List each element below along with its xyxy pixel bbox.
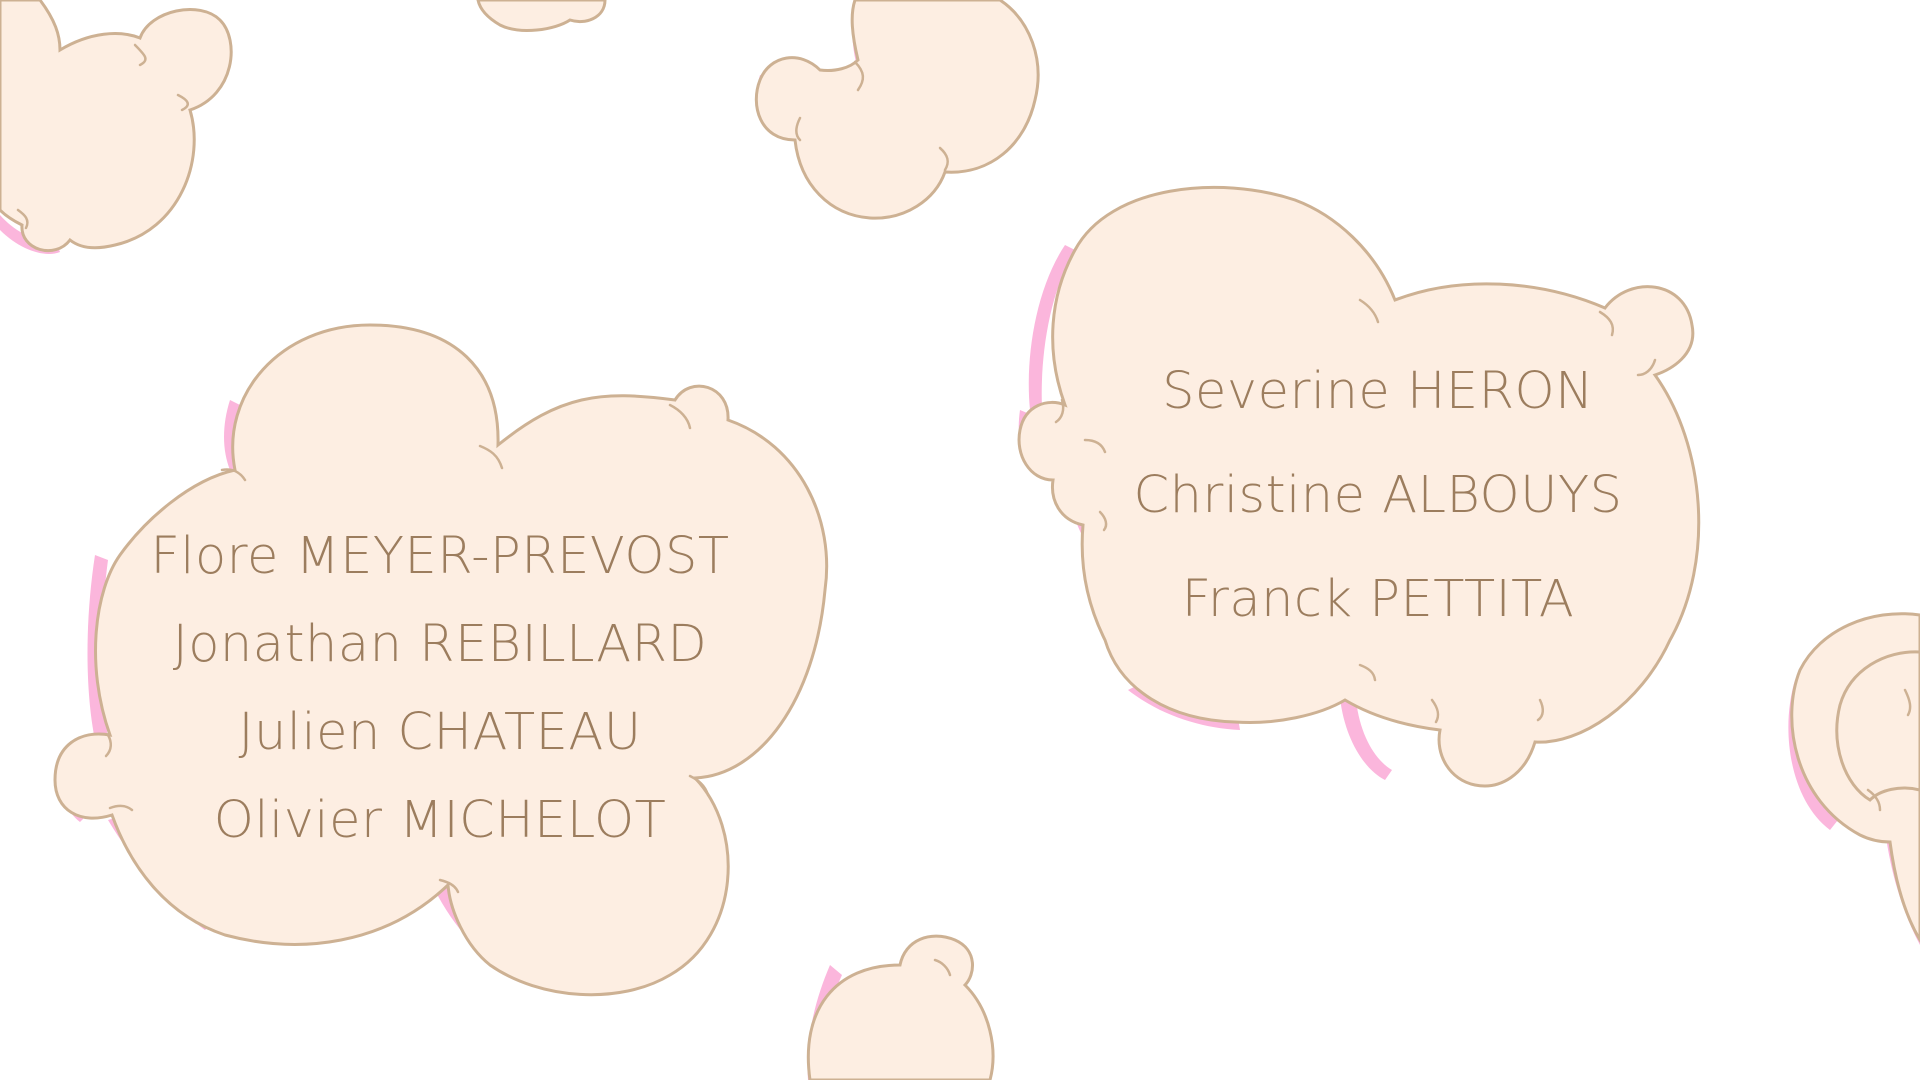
credits-names-right: Severine HERON Christine ALBOUYS Franck … (1133, 362, 1622, 629)
decorative-cloud-top-center (754, 0, 1040, 220)
credit-name: Olivier MICHELOT (214, 791, 667, 850)
decorative-cloud-top-left (0, 0, 233, 254)
credit-name: Flore MEYER-PREVOST (150, 527, 729, 586)
credits-scene: Flore MEYER-PREVOST Jonathan REBILLARD J… (0, 0, 1920, 1082)
credit-name: Jonathan REBILLARD (173, 615, 708, 674)
decorative-cloud-bottom (806, 934, 995, 1082)
credit-name: Severine HERON (1162, 362, 1594, 421)
credit-name: Franck PETTITA (1182, 570, 1574, 629)
decorative-cloud-right-edge (1788, 612, 1920, 945)
credits-canvas: Flore MEYER-PREVOST Jonathan REBILLARD J… (0, 0, 1920, 1082)
decorative-cloud-top-small (476, 0, 607, 32)
credit-name: Julien CHATEAU (238, 703, 641, 762)
credit-name: Christine ALBOUYS (1133, 466, 1622, 525)
